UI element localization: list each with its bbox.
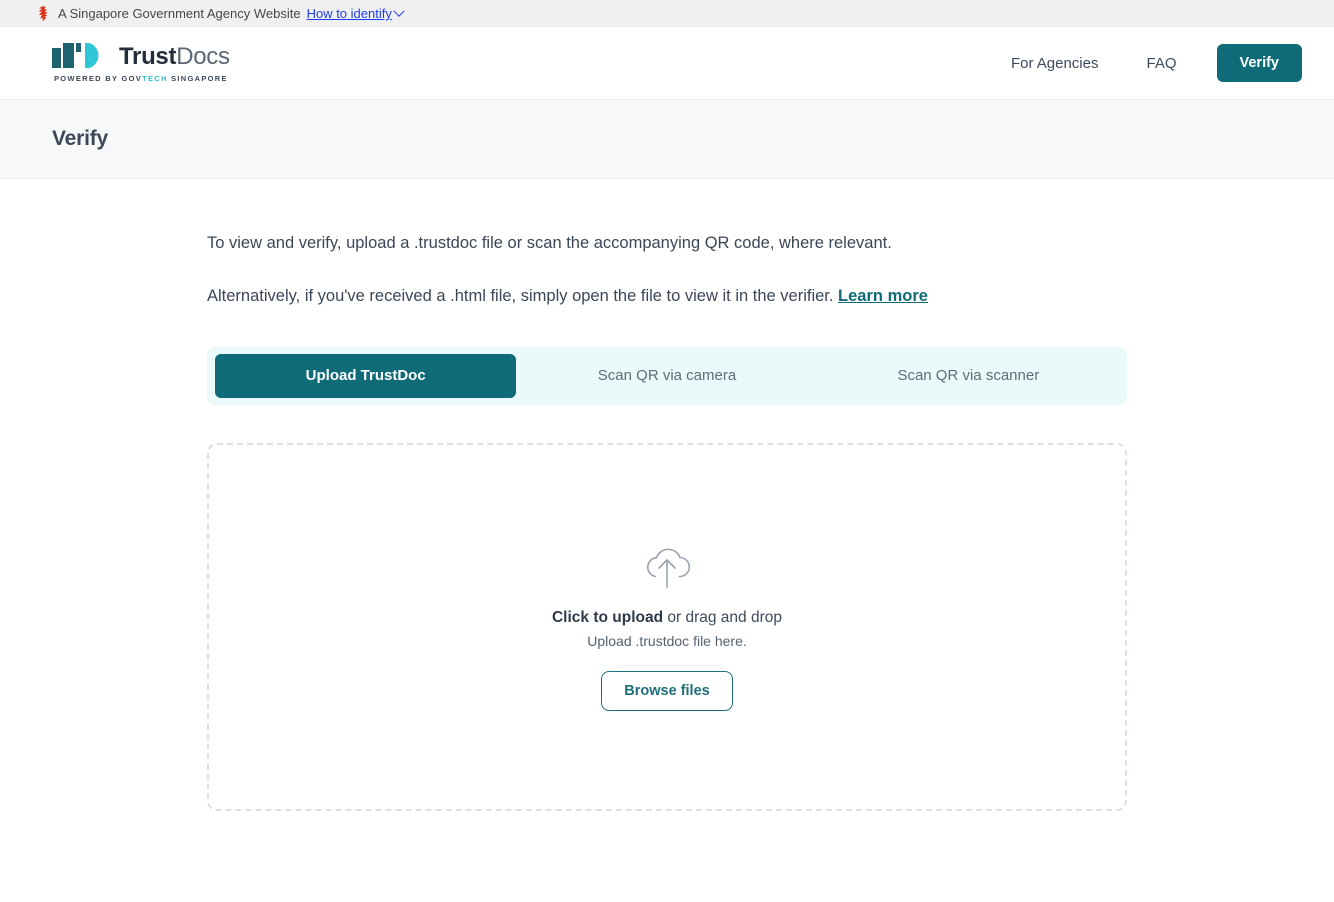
tab-scan-qr-camera[interactable]: Scan QR via camera — [516, 354, 817, 398]
page-title: Verify — [52, 127, 109, 150]
cloud-upload-icon — [647, 548, 691, 588]
tagline-suffix: SINGAPORE — [167, 74, 228, 83]
tagline-accent: TECH — [142, 74, 168, 83]
learn-more-link[interactable]: Learn more — [838, 287, 928, 305]
government-masthead: A Singapore Government Agency Website Ho… — [0, 0, 1334, 27]
trustdocs-logo-mark — [52, 43, 99, 68]
brand-word-trust: Trust — [119, 43, 177, 70]
dropzone-drag-label: or drag and drop — [663, 608, 782, 626]
dropzone-hint: Upload .trustdoc file here. — [587, 632, 747, 649]
how-to-identify-label: How to identify — [306, 6, 392, 21]
masthead-text: A Singapore Government Agency Website — [58, 6, 301, 21]
how-to-identify-link[interactable]: How to identify — [306, 5, 405, 21]
file-dropzone[interactable]: Click to upload or drag and drop Upload … — [207, 442, 1127, 811]
singapore-lion-icon — [39, 5, 48, 21]
tab-scan-qr-scanner[interactable]: Scan QR via scanner — [818, 354, 1119, 398]
brand-tagline: POWERED BY GOVTECH SINGAPORE — [52, 74, 230, 83]
intro-line-2-text: Alternatively, if you've received a .htm… — [207, 286, 834, 305]
page-title-band: Verify — [0, 100, 1334, 179]
main-navigation: For Agencies FAQ Verify — [987, 44, 1302, 82]
nav-item-faq[interactable]: FAQ — [1122, 55, 1200, 72]
verify-button[interactable]: Verify — [1216, 44, 1302, 82]
brand-logo[interactable]: TrustDocs POWERED BY GOVTECH SINGAPORE — [52, 43, 230, 83]
site-header: TrustDocs POWERED BY GOVTECH SINGAPORE F… — [0, 27, 1334, 100]
chevron-down-icon — [393, 5, 405, 17]
dropzone-primary-text: Click to upload or drag and drop — [552, 609, 782, 627]
brand-wordmark: TrustDocs — [119, 45, 230, 69]
dropzone-click-label: Click to upload — [551, 608, 664, 626]
intro-line-2: Alternatively, if you've received a .htm… — [207, 284, 1127, 309]
brand-word-docs: Docs — [176, 43, 230, 70]
verification-method-tabs: Upload TrustDoc Scan QR via camera Scan … — [207, 346, 1127, 405]
tagline-prefix: POWERED BY GOV — [54, 74, 143, 83]
intro-line-1: To view and verify, upload a .trustdoc f… — [207, 234, 892, 252]
browse-files-button[interactable]: Browse files — [601, 670, 733, 711]
tab-upload-trustdoc[interactable]: Upload TrustDoc — [215, 353, 517, 398]
nav-item-for-agencies[interactable]: For Agencies — [987, 55, 1123, 72]
main-content: To view and verify, upload a .trustdoc f… — [207, 179, 1127, 811]
